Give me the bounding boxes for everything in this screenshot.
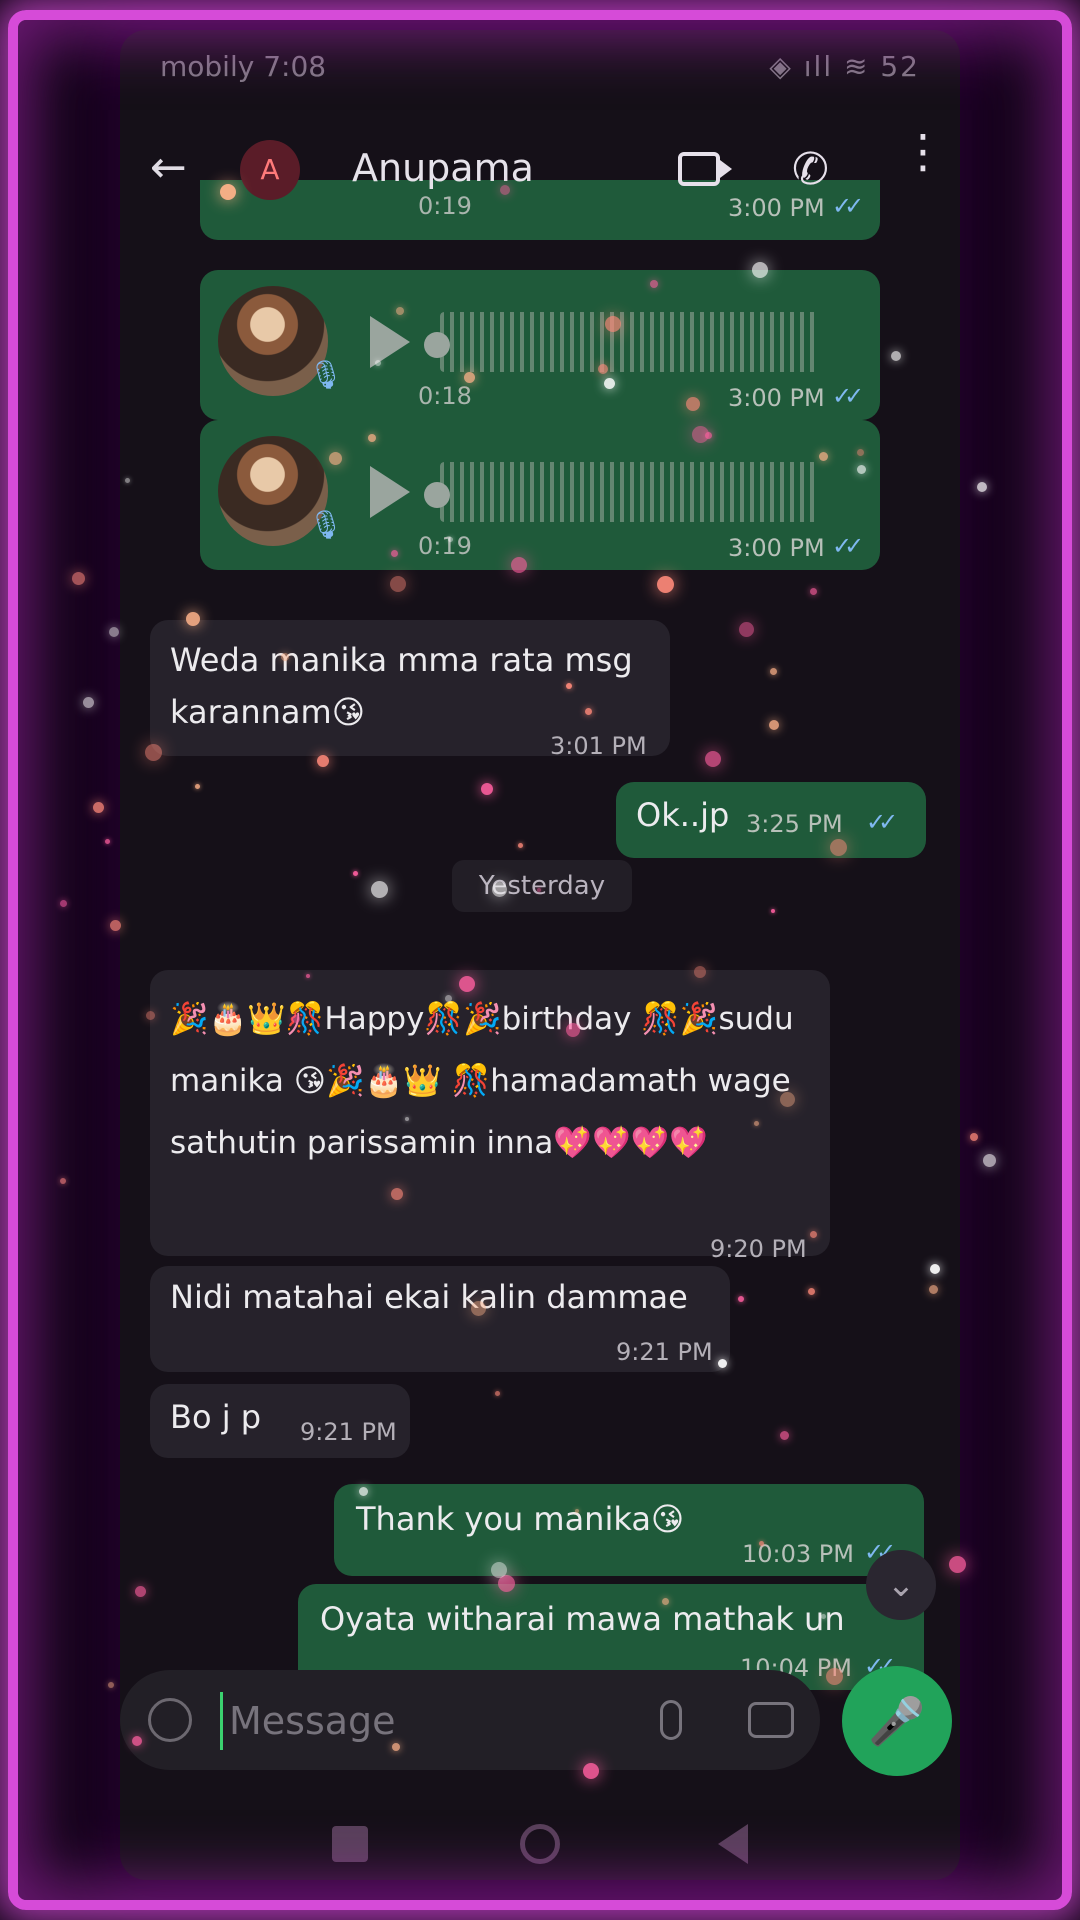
seek-handle[interactable]	[424, 482, 450, 508]
home-button[interactable]	[520, 1824, 560, 1864]
sparkle-particle	[970, 1133, 978, 1141]
message-time: 3:25 PM	[746, 810, 843, 838]
mic-button[interactable]: 🎤	[842, 1666, 952, 1776]
waveform[interactable]	[440, 312, 820, 372]
sparkle-particle	[105, 839, 110, 844]
read-ticks: ✓✓	[832, 382, 864, 410]
more-vert-icon[interactable]: ⋮	[900, 128, 946, 174]
sparkle-particle	[72, 572, 85, 585]
voice-message[interactable]: 🎙 0:18 3:00 PM ✓✓	[200, 270, 880, 420]
message-time: 9:21 PM	[300, 1418, 397, 1446]
attach-icon[interactable]	[660, 1700, 682, 1740]
sparkle-particle	[93, 802, 104, 813]
nav-back-button[interactable]	[718, 1824, 748, 1864]
mic-icon: 🎙	[308, 508, 344, 541]
message-bubble[interactable]: Thank you manika😘 10:03 PM ✓✓	[334, 1484, 924, 1576]
message-text: Bo j p	[170, 1398, 262, 1436]
phone-icon[interactable]: ✆	[792, 144, 829, 195]
message-time: 3:00 PM	[728, 384, 825, 412]
contact-name[interactable]: Anupama	[352, 146, 534, 190]
contact-avatar[interactable]: A	[240, 140, 300, 200]
date-divider: Yesterday	[452, 860, 632, 912]
seek-handle[interactable]	[424, 332, 450, 358]
message-text: Thank you manika😘	[356, 1500, 685, 1538]
message-time: 10:03 PM	[742, 1540, 854, 1568]
chat-area: 0:19 3:00 PM ✓✓ 🎙 0:18 3:00 PM ✓✓ 🎙 0:19…	[120, 30, 960, 1880]
back-arrow-icon[interactable]: ←	[150, 146, 194, 190]
read-ticks: ✓✓	[866, 808, 898, 836]
mic-icon: 🎙	[308, 358, 344, 391]
scroll-down-button[interactable]: ⌄	[866, 1550, 936, 1620]
message-bubble[interactable]: Nidi matahai ekai kalin dammae 9:21 PM	[150, 1266, 730, 1372]
chat-header: ← A Anupama ✆ ⋮	[120, 120, 960, 220]
message-bubble[interactable]: 🎉🎂👑🎊Happy🎊🎉birthday 🎊🎉sudu manika 😘🎉🎂👑 🎊…	[150, 970, 830, 1263]
play-icon[interactable]	[370, 316, 410, 368]
sparkle-particle	[983, 1154, 996, 1167]
play-icon[interactable]	[370, 466, 410, 518]
voice-duration: 0:18	[418, 382, 472, 410]
video-call-icon[interactable]	[678, 152, 732, 186]
phone-screen: mobily 7:08 ◈ ıll ≋ 52 0:19 3:00 PM ✓✓ 🎙…	[120, 30, 960, 1880]
waveform[interactable]	[440, 462, 820, 522]
camera-icon[interactable]	[748, 1702, 794, 1738]
sparkle-particle	[60, 900, 67, 907]
system-nav-bar	[120, 1810, 960, 1880]
message-time: 9:21 PM	[616, 1338, 713, 1366]
message-text: Nidi matahai ekai kalin dammae	[170, 1278, 688, 1316]
message-text: Weda manika mma rata msg karannam😘	[170, 641, 633, 731]
sparkle-particle	[60, 1178, 66, 1184]
voice-message[interactable]: 🎙 0:19 3:00 PM ✓✓	[200, 420, 880, 570]
message-time: 3:00 PM	[728, 534, 825, 562]
message-composer	[120, 1670, 820, 1770]
message-text: Oyata witharai mawa mathak un	[320, 1600, 845, 1638]
message-bubble[interactable]: Ok..jp 3:25 PM ✓✓	[616, 782, 926, 858]
mic-icon: 🎤	[868, 1694, 926, 1748]
recents-button[interactable]	[332, 1826, 368, 1862]
sparkle-particle	[108, 1682, 114, 1688]
message-text: 🎉🎂👑🎊Happy🎊🎉birthday 🎊🎉sudu manika 😘🎉🎂👑 🎊…	[170, 1001, 794, 1161]
message-text: Ok..jp	[636, 796, 730, 834]
read-ticks: ✓✓	[832, 532, 864, 560]
voice-duration: 0:19	[418, 532, 472, 560]
message-input[interactable]	[220, 1692, 611, 1750]
sparkle-particle	[977, 482, 987, 492]
sparkle-particle	[109, 627, 119, 637]
sparkle-particle	[83, 697, 94, 708]
emoji-icon[interactable]	[148, 1698, 192, 1742]
message-time: 3:01 PM	[550, 732, 647, 760]
message-bubble[interactable]: Bo j p 9:21 PM	[150, 1384, 410, 1458]
message-bubble[interactable]: Weda manika mma rata msg karannam😘 3:01 …	[150, 620, 670, 760]
